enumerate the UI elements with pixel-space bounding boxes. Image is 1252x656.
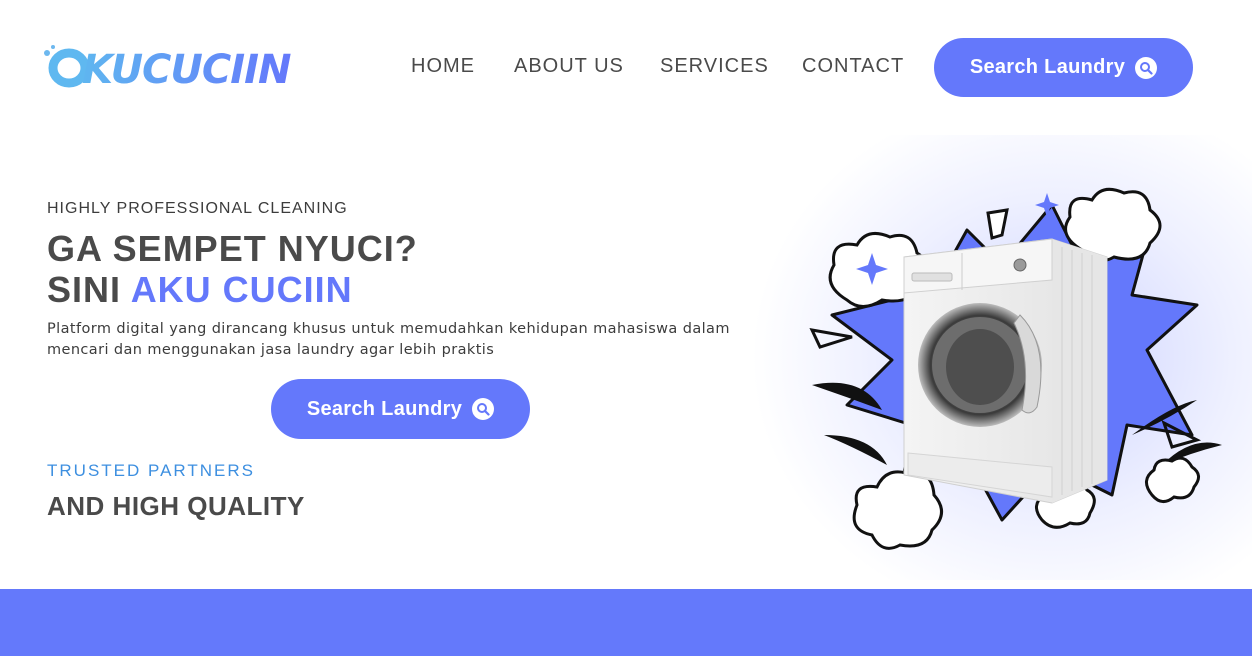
hero-description: Platform digital yang dirancang khusus u… — [47, 321, 730, 358]
search-icon — [1135, 56, 1158, 79]
hero-search-laundry-label: Search Laundry — [306, 397, 463, 420]
trusted-partners-label: TRUSTED PARTNERS — [47, 461, 256, 480]
hero-search-laundry-button[interactable]: Search Laundry — [271, 379, 530, 439]
headline-line-2-prefix: SINI — [47, 269, 131, 310]
headline-line-2-accent: AKU CUCIIN — [130, 269, 353, 310]
nav-services[interactable]: SERVICES — [660, 55, 769, 78]
footer-band — [0, 589, 1252, 656]
nav-contact[interactable]: CONTACT — [802, 55, 904, 78]
brand-logo[interactable]: KUCUCIIN — [42, 40, 292, 96]
washing-machine-icon — [903, 238, 1108, 504]
site-header: KUCUCIIN HOME ABOUT US SERVICES CONTACT … — [0, 0, 1252, 135]
header-search-laundry-button[interactable]: Search Laundry — [934, 38, 1193, 97]
hero-headline: GA SEMPET NYUCI? SINI AKU CUCIIN — [47, 228, 418, 310]
svg-text:KUCUCIIN: KUCUCIIN — [82, 47, 291, 93]
nav-home[interactable]: HOME — [411, 55, 475, 78]
high-quality-label: AND HIGH QUALITY — [47, 491, 305, 521]
hero-eyebrow: HIGHLY PROFESSIONAL CLEANING — [47, 200, 348, 217]
header-search-laundry-label: Search Laundry — [969, 56, 1126, 78]
washing-machine-illustration — [752, 135, 1252, 580]
search-icon — [472, 398, 495, 420]
headline-line-1: GA SEMPET NYUCI? — [47, 228, 418, 269]
nav-about-us[interactable]: ABOUT US — [514, 55, 624, 78]
